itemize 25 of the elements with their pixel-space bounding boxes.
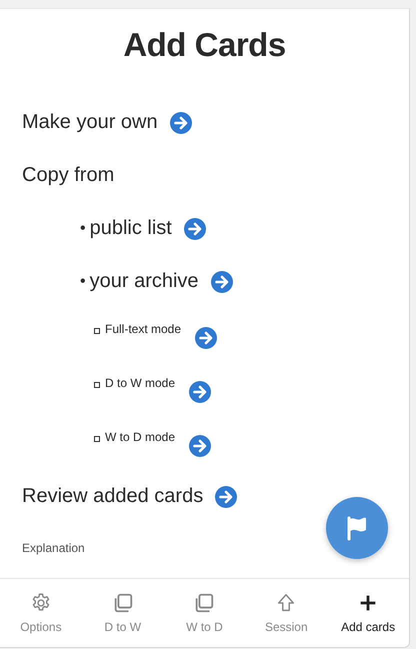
menu-link[interactable]: Review added cards — [22, 485, 204, 508]
nav-tab[interactable]: Add cards — [327, 579, 409, 647]
arrow-right-icon[interactable] — [189, 381, 212, 403]
page-title: Add Cards — [122, 25, 287, 65]
square-bullet-icon — [94, 328, 100, 334]
menu-link[interactable]: D to W mode — [105, 376, 176, 390]
bullet-marker: • — [80, 272, 86, 290]
flag-button[interactable] — [326, 497, 388, 559]
arrow-right-icon[interactable] — [215, 486, 238, 508]
menu-link[interactable]: your archive — [90, 270, 199, 293]
menu-link[interactable]: W to D mode — [105, 430, 176, 444]
arrow-right-icon[interactable] — [170, 112, 192, 134]
arrow-right-icon[interactable] — [195, 327, 218, 349]
square-bullet-icon — [94, 436, 100, 442]
arrow-right-icon[interactable] — [210, 270, 233, 292]
copy-icon — [193, 592, 216, 614]
bullet-marker: • — [80, 220, 86, 238]
arrow-right-icon[interactable] — [184, 218, 206, 240]
menu-link[interactable]: Make your own — [22, 111, 158, 134]
menu-link[interactable]: public list — [90, 217, 172, 240]
square-bullet-icon — [94, 382, 100, 388]
section-label: Copy from — [22, 164, 114, 187]
menu-link[interactable]: Full-text mode — [105, 322, 182, 336]
explanation-label: Explanation — [22, 541, 86, 555]
arrow-right-icon[interactable] — [189, 435, 212, 457]
